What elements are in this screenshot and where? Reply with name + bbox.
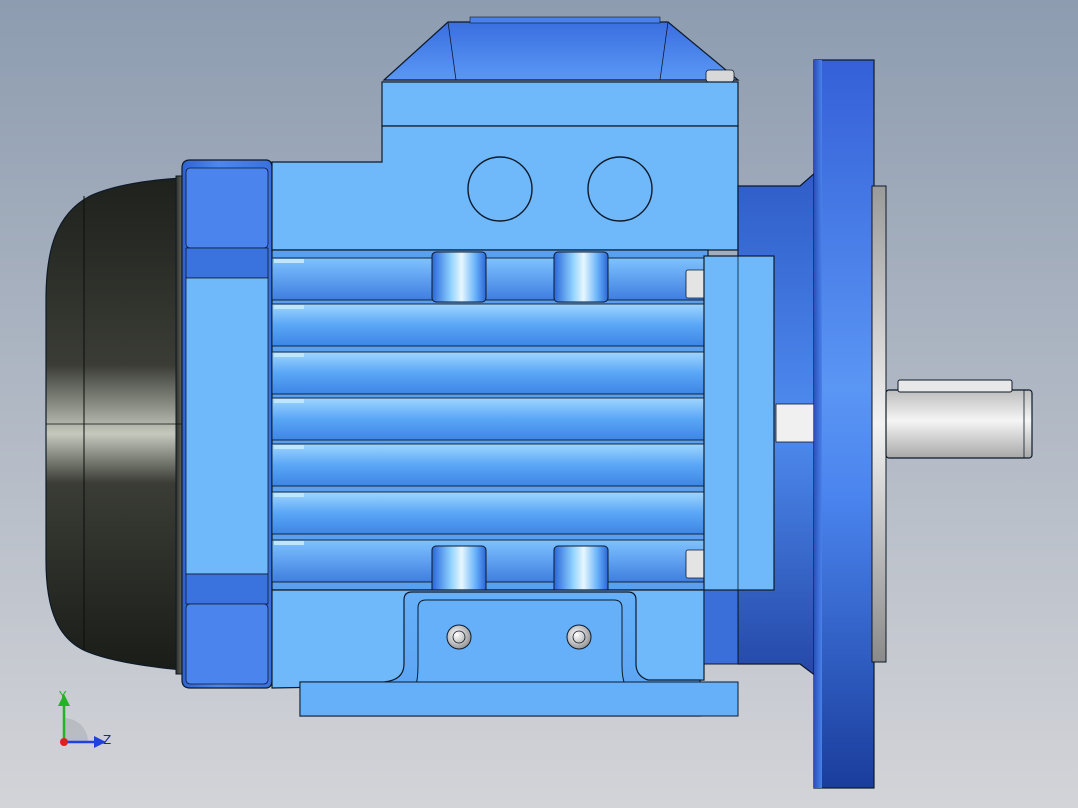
triad-z-label: Z <box>103 733 111 747</box>
tie-rod-nut-bottom[interactable] <box>685 549 707 579</box>
motor-feet[interactable] <box>271 589 739 717</box>
flange-spigot <box>871 185 887 663</box>
front-hub-lower-step <box>703 589 739 665</box>
cooling-fin <box>271 351 705 395</box>
cooling-fin <box>271 303 705 347</box>
rear-shield-lower-lug <box>185 603 269 685</box>
foot-bolt-right[interactable] <box>566 624 592 650</box>
cooling-fin <box>271 491 705 535</box>
cooling-fin <box>271 443 705 487</box>
fan-cover[interactable] <box>45 175 187 675</box>
lid-screw[interactable] <box>705 69 735 83</box>
terminal-box-lid-ridge <box>469 16 661 24</box>
terminal-box-upper-band <box>381 81 739 127</box>
cooling-fin <box>271 397 705 441</box>
fin-edge-highlight <box>274 353 304 357</box>
fin-edge-highlight <box>274 399 304 403</box>
fin-edge-highlight <box>274 259 304 263</box>
flange-plate <box>813 59 875 789</box>
output-shaft[interactable] <box>885 379 1033 459</box>
cad-graphics-viewport[interactable]: Y Z <box>0 0 1078 808</box>
housing-boss <box>431 545 487 597</box>
rear-shield-upper-lug <box>185 167 269 249</box>
cooling-fins <box>271 257 705 583</box>
stator-housing[interactable] <box>271 249 709 597</box>
shaft-body <box>885 389 1033 459</box>
housing-boss <box>431 251 487 303</box>
key-slot <box>775 403 817 443</box>
rear-shield-mid-face <box>185 277 269 575</box>
motor-model-scene[interactable]: Y Z <box>0 0 1078 808</box>
foot-base-plate <box>299 681 739 717</box>
housing-boss <box>553 545 609 597</box>
foot-bolt-left[interactable] <box>446 624 472 650</box>
cooling-fin <box>271 539 705 583</box>
fin-edge-highlight <box>274 445 304 449</box>
shaft-key[interactable] <box>897 379 1013 393</box>
fin-edge-highlight <box>274 493 304 497</box>
rear-shield-lower-step <box>185 573 269 605</box>
rear-shield-upper-step <box>185 247 269 279</box>
tie-rod-nut-top[interactable] <box>685 269 707 299</box>
triad-origin <box>60 738 68 746</box>
fin-edge-highlight <box>274 541 304 545</box>
flange-edge-shade <box>814 60 822 788</box>
front-shield-face <box>703 255 775 591</box>
fin-edge-highlight <box>274 305 304 309</box>
housing-boss <box>553 251 609 303</box>
cooling-fin <box>271 257 705 301</box>
triad-y-label: Y <box>58 689 67 703</box>
